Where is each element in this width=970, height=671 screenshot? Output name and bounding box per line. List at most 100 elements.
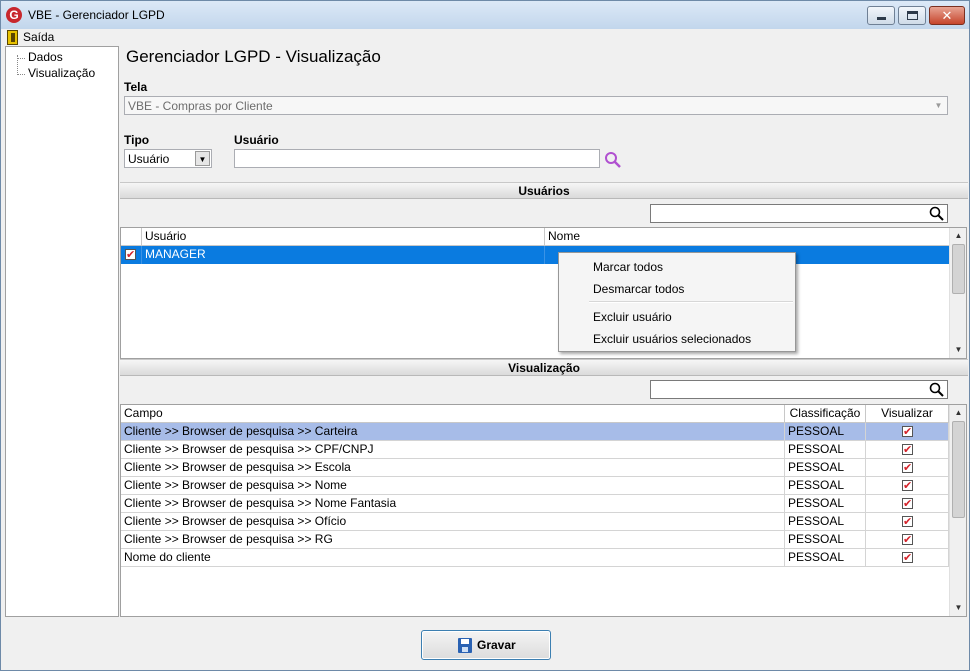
cell-visualizar[interactable] — [866, 423, 949, 441]
table-row[interactable]: Cliente >> Browser de pesquisa >> Escola… — [121, 459, 949, 477]
chevron-down-icon: ▼ — [195, 151, 210, 166]
usuarios-scrollbar[interactable]: ▲ ▼ — [949, 228, 966, 358]
save-button-label: Gravar — [477, 638, 516, 652]
tipo-label: Tipo — [124, 133, 150, 147]
cell-classificacao: PESSOAL — [785, 531, 866, 549]
table-row[interactable]: Cliente >> Browser de pesquisa >> Nome P… — [121, 477, 949, 495]
visualizar-checkbox[interactable] — [902, 550, 913, 566]
scroll-down-icon[interactable]: ▼ — [950, 342, 966, 358]
cell-visualizar[interactable] — [866, 549, 949, 567]
usuarios-search-input[interactable] — [650, 204, 948, 223]
cell-campo: Cliente >> Browser de pesquisa >> RG — [121, 531, 785, 549]
visualizar-checkbox[interactable] — [902, 532, 913, 548]
menu-item-marcar-todos[interactable]: Marcar todos — [593, 260, 663, 274]
tela-value: VBE - Compras por Cliente — [128, 99, 273, 113]
tree-connector — [17, 58, 25, 59]
app-logo-icon: G — [6, 7, 22, 23]
table-row[interactable]: Cliente >> Browser de pesquisa >> Ofício… — [121, 513, 949, 531]
cell-campo: Cliente >> Browser de pesquisa >> Ofício — [121, 513, 785, 531]
save-button[interactable]: Gravar — [421, 630, 551, 660]
cell-visualizar[interactable] — [866, 441, 949, 459]
menu-item-excluir-selecionados[interactable]: Excluir usuários selecionados — [593, 332, 751, 346]
scroll-thumb[interactable] — [952, 421, 965, 518]
table-row[interactable]: Nome do cliente PESSOAL — [121, 549, 949, 567]
column-header-classificacao[interactable]: Classificação — [785, 405, 866, 423]
scroll-down-icon[interactable]: ▼ — [950, 600, 966, 616]
tree-connector — [17, 74, 25, 75]
close-icon: ✕ — [941, 8, 953, 23]
cell-visualizar[interactable] — [866, 477, 949, 495]
cell-classificacao: PESSOAL — [785, 495, 866, 513]
usuarios-grid: Usuário Nome MANAGER ▲ ▼ — [120, 227, 967, 359]
cell-campo: Cliente >> Browser de pesquisa >> Cartei… — [121, 423, 785, 441]
visualizar-checkbox[interactable] — [902, 478, 913, 494]
column-header-nome[interactable]: Nome — [545, 228, 951, 246]
cell-campo: Nome do cliente — [121, 549, 785, 567]
cell-classificacao: PESSOAL — [785, 549, 866, 567]
search-icon[interactable] — [929, 382, 945, 398]
visualizacao-grid: Campo Classificação Visualizar Cliente >… — [120, 404, 967, 617]
scroll-thumb[interactable] — [952, 244, 965, 294]
cell-campo: Cliente >> Browser de pesquisa >> Nome — [121, 477, 785, 495]
column-header-visualizar[interactable]: Visualizar — [866, 405, 949, 423]
search-icon[interactable] — [604, 151, 624, 169]
tela-select[interactable]: VBE - Compras por Cliente ▼ — [124, 96, 948, 115]
close-button[interactable]: ✕ — [929, 6, 965, 25]
visualizar-checkbox[interactable] — [902, 496, 913, 512]
cell-visualizar[interactable] — [866, 531, 949, 549]
cell-visualizar[interactable] — [866, 513, 949, 531]
visualizacao-scrollbar[interactable]: ▲ ▼ — [949, 405, 966, 616]
cell-campo: Cliente >> Browser de pesquisa >> Nome F… — [121, 495, 785, 513]
table-row[interactable]: Cliente >> Browser de pesquisa >> Nome F… — [121, 495, 949, 513]
window-title: VBE - Gerenciador LGPD — [28, 8, 165, 22]
tipo-select[interactable]: Usuário ▼ — [124, 149, 212, 168]
cell-classificacao: PESSOAL — [785, 423, 866, 441]
menu-item-excluir-usuario[interactable]: Excluir usuário — [593, 310, 672, 324]
menu-exit[interactable]: Saída — [23, 30, 54, 44]
table-row[interactable]: Cliente >> Browser de pesquisa >> Cartei… — [121, 423, 949, 441]
tipo-value: Usuário — [128, 152, 170, 166]
cell-visualizar[interactable] — [866, 459, 949, 477]
visualizar-checkbox[interactable] — [902, 442, 913, 458]
menu-separator — [589, 301, 793, 303]
column-header-campo[interactable]: Campo — [121, 405, 785, 423]
scroll-up-icon[interactable]: ▲ — [950, 405, 966, 421]
table-row[interactable]: MANAGER — [121, 246, 951, 264]
row-select-cell[interactable] — [121, 246, 142, 264]
tela-label: Tela — [124, 80, 148, 94]
title-bar: G VBE - Gerenciador LGPD ✕ — [1, 1, 969, 29]
cell-classificacao: PESSOAL — [785, 441, 866, 459]
minimize-button[interactable] — [867, 6, 895, 25]
menu-bar: Saída — [1, 29, 969, 47]
column-header-usuario[interactable]: Usuário — [142, 228, 545, 246]
tree-item-visualizacao[interactable]: Visualização — [28, 66, 95, 80]
floppy-disk-icon — [458, 638, 472, 653]
cell-campo: Cliente >> Browser de pesquisa >> CPF/CN… — [121, 441, 785, 459]
table-row[interactable]: Cliente >> Browser de pesquisa >> RG PES… — [121, 531, 949, 549]
cell-classificacao: PESSOAL — [785, 513, 866, 531]
cell-campo: Cliente >> Browser de pesquisa >> Escola — [121, 459, 785, 477]
visualizar-checkbox[interactable] — [902, 514, 913, 530]
restore-icon — [907, 11, 918, 20]
select-column-header — [121, 228, 142, 246]
menu-item-desmarcar-todos[interactable]: Desmarcar todos — [593, 282, 684, 296]
cell-classificacao: PESSOAL — [785, 477, 866, 495]
visualizar-checkbox[interactable] — [902, 460, 913, 476]
visualizacao-section-header: Visualização — [120, 359, 968, 376]
table-row[interactable]: Cliente >> Browser de pesquisa >> CPF/CN… — [121, 441, 949, 459]
visualizacao-search-input[interactable] — [650, 380, 948, 399]
app-window: G VBE - Gerenciador LGPD ✕ Saída Dados V… — [0, 0, 970, 671]
scroll-up-icon[interactable]: ▲ — [950, 228, 966, 244]
row-checkbox[interactable] — [125, 247, 136, 264]
cell-visualizar[interactable] — [866, 495, 949, 513]
visualizar-checkbox[interactable] — [902, 424, 913, 440]
context-menu: Marcar todos Desmarcar todos Excluir usu… — [558, 252, 796, 352]
usuarios-section-header: Usuários — [120, 182, 968, 199]
page-title: Gerenciador LGPD - Visualização — [126, 47, 381, 66]
usuario-input[interactable] — [234, 149, 600, 168]
minimize-icon — [877, 17, 886, 20]
maximize-button[interactable] — [898, 6, 926, 25]
tree-item-dados[interactable]: Dados — [28, 50, 63, 64]
search-icon[interactable] — [929, 206, 945, 222]
exit-door-icon — [7, 30, 18, 45]
